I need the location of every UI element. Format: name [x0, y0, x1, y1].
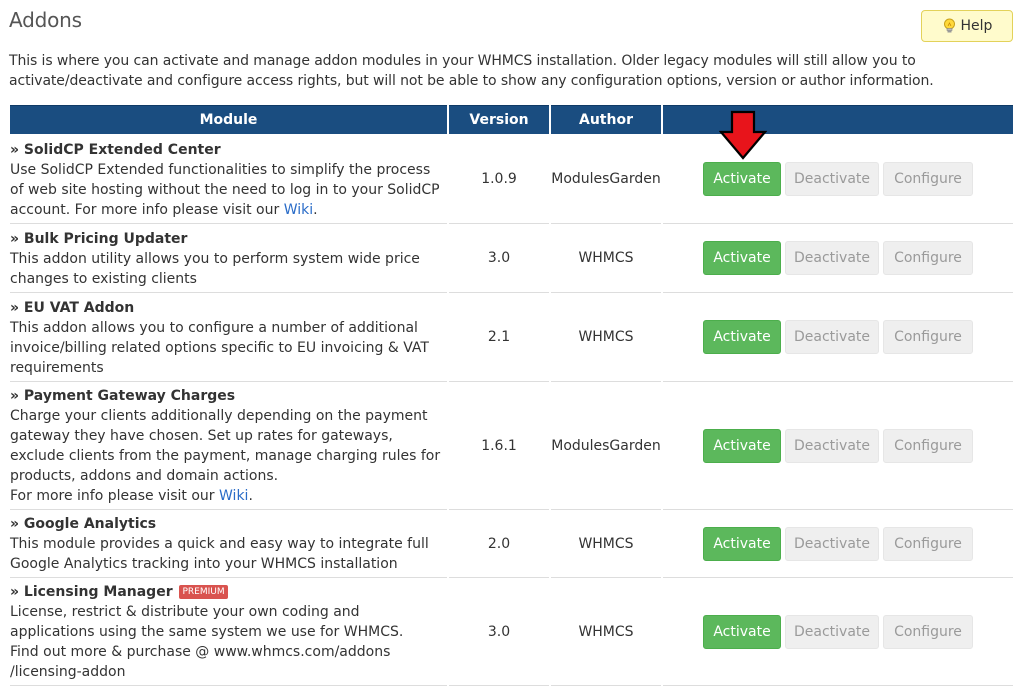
- deactivate-button[interactable]: Deactivate: [785, 428, 879, 463]
- module-cell: » Google Analytics This module provides …: [10, 510, 447, 578]
- actions-cell: Activate Deactivate Configure: [663, 134, 1013, 224]
- deactivate-button[interactable]: Deactivate: [785, 161, 879, 196]
- module-description: Charge your clients additionally dependi…: [10, 408, 441, 484]
- help-button[interactable]: Help: [921, 10, 1013, 42]
- version-cell: 1.0.9: [449, 134, 549, 224]
- version-cell: 2.1: [449, 293, 549, 382]
- deactivate-button[interactable]: Deactivate: [785, 241, 879, 275]
- header-author: Author: [551, 105, 661, 134]
- configure-button[interactable]: Configure: [883, 428, 973, 463]
- author-cell: WHMCS: [551, 224, 661, 293]
- header-version: Version: [449, 105, 549, 134]
- version-cell: 3.0: [449, 578, 549, 686]
- module-name: » Google Analytics: [10, 516, 157, 532]
- table-row: » Payment Gateway Charges Charge your cl…: [10, 382, 1013, 510]
- wiki-link[interactable]: Wiki: [219, 488, 248, 504]
- deactivate-button[interactable]: Deactivate: [785, 526, 879, 561]
- actions-cell: Activate Deactivate Configure: [663, 510, 1013, 578]
- module-description: License, restrict & distribute your own …: [10, 604, 404, 640]
- actions-cell: Activate Deactivate Configure: [663, 382, 1013, 510]
- table-row: » Bulk Pricing Updater This addon utilit…: [10, 224, 1013, 293]
- module-name: » Payment Gateway Charges: [10, 388, 236, 404]
- module-name-wrap: » Licensing Manager PREMIUM: [10, 582, 447, 602]
- table-row: » SolidCP Extended Center Use SolidCP Ex…: [10, 134, 1013, 224]
- author-cell: WHMCS: [551, 510, 661, 578]
- premium-badge: PREMIUM: [179, 585, 228, 599]
- author-cell: WHMCS: [551, 293, 661, 382]
- activate-button[interactable]: Activate: [703, 428, 781, 463]
- configure-button[interactable]: Configure: [883, 161, 973, 196]
- module-cell: » Licensing Manager PREMIUM License, res…: [10, 578, 447, 686]
- module-extra-line: Find out more & purchase @ www.whmcs.com…: [10, 644, 391, 680]
- module-cell: » SolidCP Extended Center Use SolidCP Ex…: [10, 134, 447, 224]
- author-cell: ModulesGarden: [551, 134, 661, 224]
- lightbulb-icon: [943, 18, 955, 33]
- actions-cell: Activate Deactivate Configure: [663, 578, 1013, 686]
- header-actions: [663, 105, 1013, 134]
- module-description: This addon allows you to configure a num…: [10, 320, 429, 376]
- configure-button[interactable]: Configure: [883, 614, 973, 649]
- table-row: » Google Analytics This module provides …: [10, 510, 1013, 578]
- table-header-row: Module Version Author: [10, 105, 1013, 134]
- version-cell: 2.0: [449, 510, 549, 578]
- help-button-label: Help: [960, 18, 993, 34]
- configure-button[interactable]: Configure: [883, 241, 973, 275]
- table-row: » Licensing Manager PREMIUM License, res…: [10, 578, 1013, 686]
- activate-button[interactable]: Activate: [703, 161, 781, 196]
- module-name: » Licensing Manager: [10, 584, 173, 600]
- version-cell: 1.6.1: [449, 382, 549, 510]
- configure-button[interactable]: Configure: [883, 320, 973, 354]
- author-cell: ModulesGarden: [551, 382, 661, 510]
- deactivate-button[interactable]: Deactivate: [785, 614, 879, 649]
- activate-button[interactable]: Activate: [703, 614, 781, 649]
- table-row: » EU VAT Addon This addon allows you to …: [10, 293, 1013, 382]
- activate-button[interactable]: Activate: [703, 526, 781, 561]
- actions-cell: Activate Deactivate Configure: [663, 293, 1013, 382]
- intro-text: This is where you can activate and manag…: [9, 53, 934, 89]
- module-description: This module provides a quick and easy wa…: [10, 536, 429, 572]
- module-name: » EU VAT Addon: [10, 300, 135, 316]
- description-end: .: [313, 202, 318, 218]
- module-cell: » Payment Gateway Charges Charge your cl…: [10, 382, 447, 510]
- module-cell: » EU VAT Addon This addon allows you to …: [10, 293, 447, 382]
- module-description: This addon utility allows you to perform…: [10, 251, 420, 287]
- author-cell: WHMCS: [551, 578, 661, 686]
- module-extra-text: For more info please visit our: [10, 488, 220, 504]
- module-extra-line: For more info please visit our Wiki.: [10, 486, 447, 506]
- actions-cell: Activate Deactivate Configure: [663, 224, 1013, 293]
- addons-table: Module Version Author » SolidCP Extended…: [8, 105, 1015, 686]
- description-end: .: [248, 488, 253, 504]
- module-name: » Bulk Pricing Updater: [10, 231, 188, 247]
- module-description-text: Use SolidCP Extended functionalities to …: [10, 162, 440, 218]
- page-title: Addons: [9, 8, 82, 32]
- header-module: Module: [10, 105, 447, 134]
- red-down-arrow-icon: [719, 110, 767, 160]
- module-name: » SolidCP Extended Center: [10, 142, 221, 158]
- activate-button[interactable]: Activate: [703, 320, 781, 354]
- module-description: Use SolidCP Extended functionalities to …: [10, 160, 447, 220]
- configure-button[interactable]: Configure: [883, 526, 973, 561]
- activate-button[interactable]: Activate: [703, 241, 781, 275]
- version-cell: 3.0: [449, 224, 549, 293]
- module-cell: » Bulk Pricing Updater This addon utilit…: [10, 224, 447, 293]
- deactivate-button[interactable]: Deactivate: [785, 320, 879, 354]
- wiki-link[interactable]: Wiki: [284, 202, 313, 218]
